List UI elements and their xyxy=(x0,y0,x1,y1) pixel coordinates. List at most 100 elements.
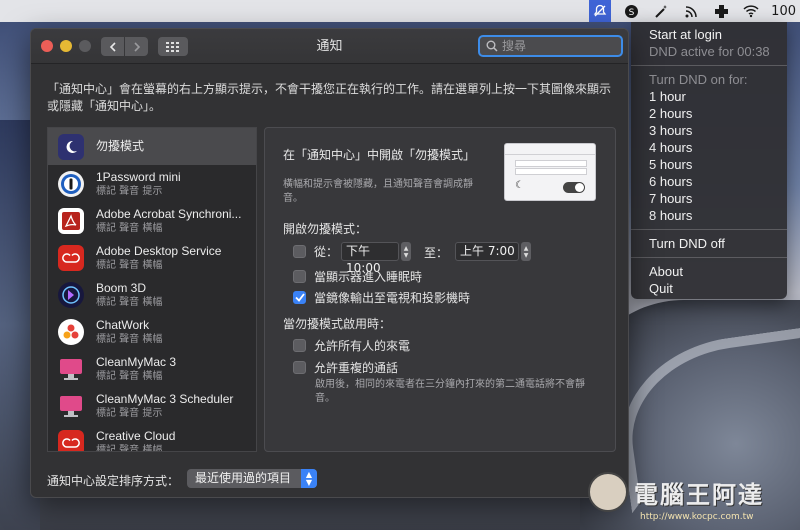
battery-percentage[interactable]: 100 xyxy=(771,0,796,22)
menu-bar: S 100 xyxy=(0,0,800,22)
forward-button[interactable] xyxy=(125,37,148,56)
cleanmymac-icon xyxy=(58,356,84,382)
show-all-button[interactable] xyxy=(158,37,188,56)
list-item[interactable]: Boom 3D 標記 聲音 橫幅 xyxy=(48,276,256,313)
mirroring-row[interactable]: 當鏡像輸出至電視和投影機時 xyxy=(293,289,470,306)
scheduled-checkbox-row[interactable]: 從： xyxy=(293,243,338,260)
mirroring-checkbox[interactable] xyxy=(293,291,306,304)
app-alert-types: 標記 聲音 提示 xyxy=(96,407,163,419)
window-titlebar: 通知 xyxy=(31,29,628,64)
turn-on-header: Turn DND on for: xyxy=(649,72,748,87)
app-name: CleanMyMac 3 xyxy=(96,354,177,369)
dnd-status-text: DND active for 00:38 xyxy=(649,44,770,59)
enable-dnd-header: 開啟勿擾模式： xyxy=(283,222,368,236)
list-item[interactable]: ChatWork 標記 聲音 橫幅 xyxy=(48,313,256,350)
sort-order-value: 最近使用過的項目 xyxy=(195,471,292,485)
quit-item[interactable]: Quit xyxy=(631,280,787,297)
duration-7-hours[interactable]: 7 hours xyxy=(631,190,787,207)
app-alert-types: 標記 聲音 橫幅 xyxy=(96,370,163,382)
wifi-icon[interactable] xyxy=(741,0,761,22)
search-input[interactable] xyxy=(502,39,612,53)
start-at-login-item[interactable]: Start at login xyxy=(631,26,787,43)
duration-5-hours[interactable]: 5 hours xyxy=(631,156,787,173)
list-item[interactable]: Creative Cloud 標記 聲音 橫幅 xyxy=(48,424,256,452)
panel-title: 在「通知中心」中開啟「勿擾模式」 xyxy=(283,148,476,162)
acrobat-icon xyxy=(58,207,84,234)
app-name: Adobe Acrobat Synchroni... xyxy=(96,206,242,221)
app-name: CleanMyMac 3 Scheduler xyxy=(96,391,234,406)
allow-calls-checkbox[interactable] xyxy=(293,339,306,352)
list-item-do-not-disturb[interactable]: 勿擾模式 xyxy=(48,128,256,165)
search-field[interactable] xyxy=(478,35,623,57)
list-item[interactable]: CleanMyMac 3 Scheduler 標記 聲音 提示 xyxy=(48,387,256,424)
duration-4-hours[interactable]: 4 hours xyxy=(631,139,787,156)
list-item[interactable]: Adobe Acrobat Synchroni... 標記 聲音 橫幅 xyxy=(48,202,256,239)
dnd-preview-image: ☾ xyxy=(504,143,596,201)
about-item[interactable]: About xyxy=(631,263,787,280)
to-time-field[interactable]: 上午 7:00 xyxy=(455,242,519,261)
list-item[interactable]: Adobe Desktop Service 標記 聲音 橫幅 xyxy=(48,239,256,276)
duration-2-hours[interactable]: 2 hours xyxy=(631,105,787,122)
1password-icon xyxy=(58,170,84,197)
duration-6-hours[interactable]: 6 hours xyxy=(631,173,787,190)
moon-icon: ☾ xyxy=(515,180,524,191)
minimize-button[interactable] xyxy=(60,40,72,52)
duration-1-hour[interactable]: 1 hour xyxy=(631,88,787,105)
chatwork-icon xyxy=(58,318,84,345)
chevron-left-icon xyxy=(109,41,116,52)
app-alert-types: 標記 聲音 橫幅 xyxy=(96,444,163,452)
app-alert-types: 標記 聲音 提示 xyxy=(96,185,163,197)
app-name: ChatWork xyxy=(96,317,150,332)
svg-text:S: S xyxy=(628,8,634,18)
grid-icon xyxy=(166,41,179,52)
mirroring-label: 當鏡像輸出至電視和投影機時 xyxy=(314,291,471,305)
app-list[interactable]: 勿擾模式 1Password mini 標記 聲音 提示 Adobe Acroba… xyxy=(47,127,257,452)
close-button[interactable] xyxy=(41,40,53,52)
rss-icon[interactable] xyxy=(681,0,701,22)
allow-repeat-row[interactable]: 允許重複的通話 xyxy=(293,359,398,376)
moon-icon xyxy=(58,133,84,160)
turn-dnd-off-item[interactable]: Turn DND off xyxy=(631,235,787,252)
duration-3-hours[interactable]: 3 hours xyxy=(631,122,787,139)
back-button[interactable] xyxy=(101,37,124,56)
menu-separator xyxy=(631,257,787,258)
menu-separator xyxy=(631,65,787,66)
from-time-stepper[interactable]: ▲ ▼ xyxy=(401,242,411,261)
display-sleep-label: 當顯示器進入睡眠時 xyxy=(314,270,423,284)
duration-8-hours[interactable]: 8 hours xyxy=(631,207,787,224)
dnd-dropdown-menu: Start at login DND active for 00:38 Turn… xyxy=(631,22,787,299)
to-label: 至： xyxy=(424,246,449,260)
to-time-stepper[interactable]: ▲ ▼ xyxy=(521,242,531,261)
s-circle-icon[interactable]: S xyxy=(621,0,641,22)
watermark-url: http://www.kocpc.com.tw xyxy=(640,512,754,522)
select-arrows-icon: ▲ ▼ xyxy=(301,469,317,488)
chevron-right-icon xyxy=(133,41,140,52)
app-alert-types: 標記 聲音 橫幅 xyxy=(96,259,163,271)
list-item[interactable]: 1Password mini 標記 聲音 提示 xyxy=(48,165,256,202)
app-name: Boom 3D xyxy=(96,280,147,295)
sort-order-label: 通知中心設定排序方式： xyxy=(47,474,180,488)
app-alert-types: 標記 聲音 橫幅 xyxy=(96,222,163,234)
from-time-field[interactable]: 下午10:00 xyxy=(341,242,399,275)
allow-repeat-label: 允許重複的通話 xyxy=(314,361,399,375)
sort-order-select[interactable]: 最近使用過的項目 ▲ ▼ xyxy=(187,469,317,488)
creative-cloud-icon xyxy=(58,244,84,271)
app-name: Creative Cloud xyxy=(96,428,176,443)
when-on-header: 當勿擾模式啟用時： xyxy=(283,317,392,331)
magic-wand-icon[interactable] xyxy=(651,0,671,22)
display-sleep-row[interactable]: 當顯示器進入睡眠時 xyxy=(293,268,422,285)
display-sleep-checkbox[interactable] xyxy=(293,270,306,283)
notifications-preferences-window: 通知 「通知中心」會在螢幕的右上方顯示提示，不會干擾您正在執行的工作。請在選單列… xyxy=(30,28,629,498)
scheduled-checkbox[interactable] xyxy=(293,245,306,258)
app-name: 勿擾模式 xyxy=(96,139,145,153)
list-item[interactable]: CleanMyMac 3 標記 聲音 橫幅 xyxy=(48,350,256,387)
dnd-settings-panel: 在「通知中心」中開啟「勿擾模式」 橫幅和提示會被隱藏，且通知聲音會調成靜音。 ☾… xyxy=(264,127,616,452)
watermark-text: 電腦王阿達 xyxy=(634,480,764,509)
dnd-bell-icon[interactable] xyxy=(589,0,612,22)
checkmark-icon xyxy=(294,293,305,302)
medical-cross-icon[interactable] xyxy=(711,0,731,22)
allow-repeat-checkbox[interactable] xyxy=(293,361,306,374)
zoom-button[interactable] xyxy=(79,40,91,52)
allow-calls-row[interactable]: 允許所有人的來電 xyxy=(293,337,410,354)
creative-cloud-icon xyxy=(58,429,84,451)
